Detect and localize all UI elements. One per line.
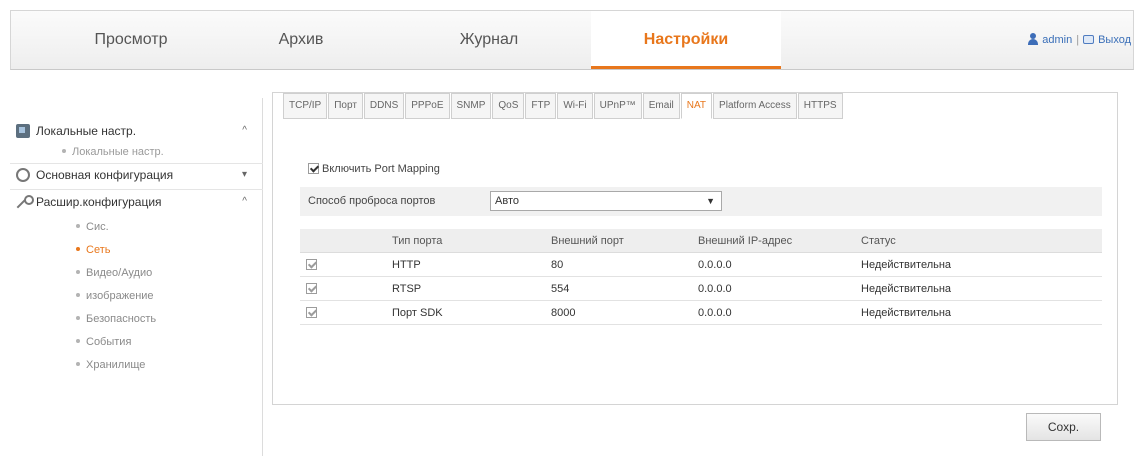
mapping-method-select[interactable]: Авто ▼ [490,191,722,211]
mapping-method-label: Способ проброса портов [308,195,436,207]
enable-port-mapping-checkbox[interactable] [308,163,319,174]
column-header: Внешний IP-адрес [698,235,793,247]
sidebar-group-advanced[interactable]: Расшир.конфигурация ^ [10,191,255,213]
logout-link[interactable]: Выход [1098,34,1131,46]
bullet-icon [76,316,80,320]
sidebar-item-label: Видео/Аудио [86,267,153,279]
status-cell: Недействительна [861,307,952,319]
column-header: Тип порта [392,235,443,247]
status-cell: Недействительна [861,259,952,271]
bullet-icon [76,247,80,251]
port-type-cell: HTTP [392,259,421,271]
top-nav: Просмотр Архив Журнал Настройки admin | Вы… [10,10,1134,70]
divider [10,189,263,190]
row-checkbox[interactable] [306,259,317,270]
column-header: Статус [861,235,896,247]
mapping-method-value: Авто [495,195,519,207]
external-port-cell: 8000 [551,307,576,319]
tab-upnp[interactable]: UPnP™ [593,93,642,119]
sidebar-item-image[interactable]: изображение [76,286,154,306]
sidebar-item-label: изображение [86,290,154,302]
local-config-icon [16,124,30,138]
sidebar-item-label: Безопасность [86,313,157,325]
chevron-down-icon[interactable]: ▾ [242,164,247,186]
tab-email[interactable]: Email [642,93,680,119]
sidebar-item-system[interactable]: Сис. [76,217,109,237]
tab-ftp[interactable]: FTP [525,93,557,119]
sidebar-item-label: Сис. [86,221,109,233]
external-port-cell: 554 [551,283,570,295]
sidebar-item-local[interactable]: Локальные настр. [62,142,164,162]
bullet-icon [76,293,80,297]
enable-port-mapping-row: Включить Port Mapping [308,162,440,176]
external-ip-cell: 0.0.0.0 [698,307,732,319]
separator: | [1076,34,1080,46]
sidebar-item-label: Хранилище [86,359,146,371]
username-link[interactable]: admin [1042,34,1072,46]
bullet-icon [76,224,80,228]
sidebar-item-storage[interactable]: Хранилище [76,355,145,375]
sidebar-group-local-label: Локальные настр. [36,124,137,138]
port-type-cell: Порт SDK [392,307,443,319]
nav-tab-journal[interactable]: Журнал [399,11,579,69]
chevron-up-icon[interactable]: ^ [242,120,247,142]
sidebar-item-network[interactable]: Сеть [76,240,110,260]
save-button[interactable]: Сохр. [1026,413,1101,441]
row-checkbox-cell [306,253,320,277]
table-row: Порт SDK 8000 0.0.0.0 Недействительна [300,301,1102,325]
sidebar-item-label: Сеть [86,244,111,256]
row-checkbox-cell [306,277,320,301]
sidebar-group-local[interactable]: Локальные настр. ^ [10,120,255,142]
tab-pppoe[interactable]: PPPoE [405,93,450,119]
tab-ddns[interactable]: DDNS [363,93,405,119]
sidebar-group-basic-label: Основная конфигурация [36,168,174,182]
external-ip-cell: 0.0.0.0 [698,283,732,295]
network-subtabs: TCP/IP Порт DDNS PPPoE SNMP QoS FTP Wi-Fi UPnP™ E… [283,93,844,119]
tab-snmp[interactable]: SNMP [450,93,492,119]
tab-tcpip[interactable]: TCP/IP [283,93,328,119]
tab-wifi[interactable]: Wi-Fi [557,93,593,119]
tab-platform-access[interactable]: Platform Access [713,93,797,119]
sidebar-group-basic[interactable]: Основная конфигурация ▾ [10,164,255,186]
sidebar-group-advanced-label: Расшир.конфигурация [36,195,162,209]
user-icon [1028,33,1039,45]
user-area: admin | Выход [1028,11,1131,69]
row-checkbox-cell [306,301,320,325]
wrench-icon [16,195,34,209]
port-type-cell: RTSP [392,283,422,295]
bullet-icon [76,362,80,366]
bullet-icon [76,339,80,343]
enable-port-mapping-label: Включить Port Mapping [322,163,440,175]
chevron-up-icon[interactable]: ^ [242,191,247,213]
external-ip-cell: 0.0.0.0 [698,259,732,271]
sidebar-item-events[interactable]: События [76,332,131,352]
tab-nat[interactable]: NAT [680,93,713,119]
column-header: Внешний порт [551,235,624,247]
port-mapping-table: Тип порта Внешний порт Внешний IP-адрес … [300,229,1102,325]
table-row: HTTP 80 0.0.0.0 Недействительна [300,253,1102,277]
row-checkbox[interactable] [306,283,317,294]
sidebar-item-video-audio[interactable]: Видео/Аудио [76,263,152,283]
sidebar-item-label: Локальные настр. [72,146,164,158]
bullet-icon [76,270,80,274]
external-port-cell: 80 [551,259,564,271]
dropdown-arrow-icon: ▼ [706,196,715,206]
nav-tab-settings[interactable]: Настройки [591,11,781,69]
tab-qos[interactable]: QoS [492,93,525,119]
sidebar-item-security[interactable]: Безопасность [76,309,156,329]
table-row: RTSP 554 0.0.0.0 Недействительна [300,277,1102,301]
nav-tab-archive[interactable]: Архив [211,11,391,69]
row-checkbox[interactable] [306,307,317,318]
tab-port[interactable]: Порт [328,93,363,119]
gear-icon [16,168,30,182]
tab-https[interactable]: HTTPS [797,93,843,119]
sidebar-item-label: События [86,336,132,348]
mapping-method-row: Способ проброса портов Авто ▼ [300,187,1102,216]
table-header: Тип порта Внешний порт Внешний IP-адрес … [300,229,1102,253]
logout-icon [1083,35,1095,44]
sidebar: Локальные настр. ^ Локальные настр. Осно… [10,98,263,456]
status-cell: Недействительна [861,283,952,295]
bullet-icon [62,149,66,153]
